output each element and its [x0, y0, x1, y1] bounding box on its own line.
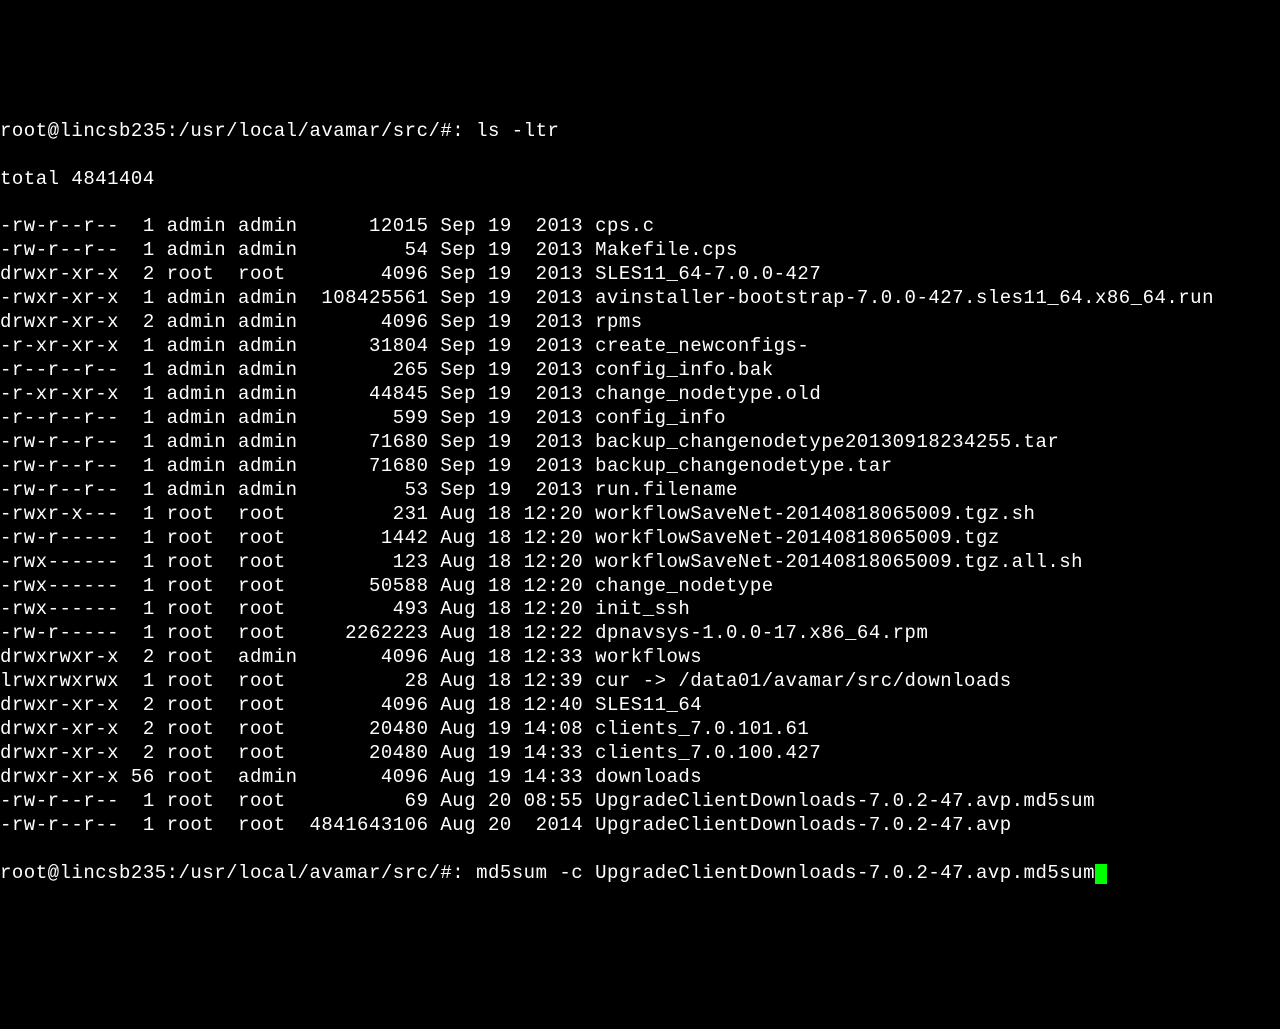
file-entry: -r--r--r-- 1 admin admin 265 Sep 19 2013…: [0, 359, 1280, 383]
command-text: md5sum -c UpgradeClientDownloads-7.0.2-4…: [476, 862, 1095, 884]
file-entry: drwxr-xr-x 56 root admin 4096 Aug 19 14:…: [0, 766, 1280, 790]
file-entry: -rwx------ 1 root root 50588 Aug 18 12:2…: [0, 575, 1280, 599]
file-entry: drwxr-xr-x 2 root root 4096 Sep 19 2013 …: [0, 263, 1280, 287]
file-entry: -rw-r----- 1 root root 2262223 Aug 18 12…: [0, 622, 1280, 646]
file-entry: -r-xr-xr-x 1 admin admin 31804 Sep 19 20…: [0, 335, 1280, 359]
file-entry: -rw-r--r-- 1 admin admin 71680 Sep 19 20…: [0, 431, 1280, 455]
file-entry: -r-xr-xr-x 1 admin admin 44845 Sep 19 20…: [0, 383, 1280, 407]
file-entry: -rwx------ 1 root root 123 Aug 18 12:20 …: [0, 551, 1280, 575]
prompt: root@lincsb235:/usr/local/avamar/src/#:: [0, 120, 476, 142]
file-entry: -rw-r--r-- 1 root root 69 Aug 20 08:55 U…: [0, 790, 1280, 814]
file-entry: -rw-r--r-- 1 admin admin 12015 Sep 19 20…: [0, 215, 1280, 239]
file-entry: -rw-r--r-- 1 root root 4841643106 Aug 20…: [0, 814, 1280, 838]
file-entry: -rw-r--r-- 1 admin admin 71680 Sep 19 20…: [0, 455, 1280, 479]
file-entry: drwxr-xr-x 2 root root 20480 Aug 19 14:0…: [0, 718, 1280, 742]
command-line-1: root@lincsb235:/usr/local/avamar/src/#: …: [0, 120, 1280, 144]
file-entry: drwxr-xr-x 2 root root 4096 Aug 18 12:40…: [0, 694, 1280, 718]
command-line-2: root@lincsb235:/usr/local/avamar/src/#: …: [0, 862, 1280, 886]
file-entry: -rw-r--r-- 1 admin admin 53 Sep 19 2013 …: [0, 479, 1280, 503]
total-line: total 4841404: [0, 168, 1280, 192]
file-entry: drwxr-xr-x 2 root root 20480 Aug 19 14:3…: [0, 742, 1280, 766]
file-entry: -rwxr-xr-x 1 admin admin 108425561 Sep 1…: [0, 287, 1280, 311]
file-entry: -r--r--r-- 1 admin admin 599 Sep 19 2013…: [0, 407, 1280, 431]
file-entry: -rwx------ 1 root root 493 Aug 18 12:20 …: [0, 598, 1280, 622]
file-entry: drwxr-xr-x 2 admin admin 4096 Sep 19 201…: [0, 311, 1280, 335]
file-entry: drwxrwxr-x 2 root admin 4096 Aug 18 12:3…: [0, 646, 1280, 670]
terminal-output[interactable]: root@lincsb235:/usr/local/avamar/src/#: …: [0, 96, 1280, 910]
file-entry: -rw-r----- 1 root root 1442 Aug 18 12:20…: [0, 527, 1280, 551]
file-entry: lrwxrwxrwx 1 root root 28 Aug 18 12:39 c…: [0, 670, 1280, 694]
prompt: root@lincsb235:/usr/local/avamar/src/#:: [0, 862, 476, 884]
command-text: ls -ltr: [476, 120, 559, 142]
file-entry: -rw-r--r-- 1 admin admin 54 Sep 19 2013 …: [0, 239, 1280, 263]
file-entry: -rwxr-x--- 1 root root 231 Aug 18 12:20 …: [0, 503, 1280, 527]
cursor: [1095, 864, 1107, 884]
